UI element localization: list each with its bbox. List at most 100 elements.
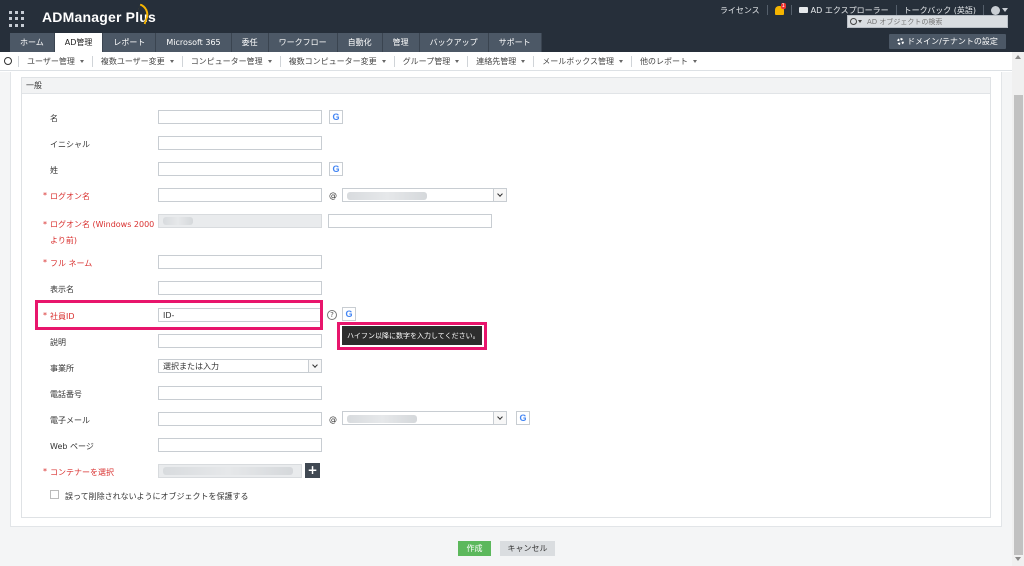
user-menu[interactable] bbox=[991, 5, 1008, 15]
chevron-down-icon bbox=[79, 59, 84, 63]
tab-reports[interactable]: レポート bbox=[103, 33, 157, 52]
initials-input[interactable] bbox=[158, 136, 322, 150]
domain-settings-button[interactable]: ドメイン/テナントの設定 bbox=[889, 34, 1006, 49]
subnav-group-management[interactable]: グループ管理 bbox=[393, 55, 468, 67]
user-icon bbox=[991, 5, 1000, 15]
add-container-button[interactable]: + bbox=[305, 463, 320, 478]
subnav-bulk-user-modify[interactable]: 複数ユーザー変更 bbox=[91, 55, 182, 67]
ad-explorer-link[interactable]: AD エクスプローラー bbox=[798, 5, 889, 16]
notification-button[interactable]: 1 bbox=[774, 2, 786, 15]
logon-domain-prefix-field bbox=[158, 214, 322, 228]
bell-icon: 1 bbox=[774, 2, 786, 15]
folder-icon bbox=[798, 7, 808, 13]
subnav-label: コンピューター管理 bbox=[190, 56, 263, 66]
container-field bbox=[158, 464, 302, 478]
logon-name-pre2000-input[interactable] bbox=[328, 214, 492, 228]
tab-ad-management[interactable]: AD管理 bbox=[54, 33, 104, 52]
logon-name-input[interactable] bbox=[158, 188, 322, 202]
ad-explorer-label: AD エクスプローラー bbox=[810, 5, 889, 15]
office-select-value: 選択または入力 bbox=[163, 361, 219, 371]
description-input[interactable] bbox=[158, 334, 322, 348]
scrollbar-thumb[interactable] bbox=[1014, 95, 1023, 555]
subnav-label: 他のレポート bbox=[639, 56, 688, 66]
full-name-input[interactable] bbox=[158, 255, 322, 269]
tab-home[interactable]: ホーム bbox=[10, 33, 55, 52]
chevron-down-icon bbox=[455, 59, 460, 63]
apps-grid-icon[interactable] bbox=[9, 11, 25, 27]
search-dropdown-icon[interactable] bbox=[858, 20, 862, 23]
create-button[interactable]: 作成 bbox=[458, 541, 491, 556]
display-name-input[interactable] bbox=[158, 281, 322, 295]
redacted-value bbox=[163, 217, 193, 225]
container-label: コンテナーを選択 bbox=[43, 467, 114, 478]
web-page-input[interactable] bbox=[158, 438, 322, 452]
scroll-up-icon[interactable] bbox=[1015, 55, 1021, 59]
logon-domain-select[interactable] bbox=[342, 188, 507, 202]
phone-input[interactable] bbox=[158, 386, 322, 400]
protect-label: 誤って削除されないようにオブジェクトを保護する bbox=[65, 492, 249, 501]
tab-automation[interactable]: 自動化 bbox=[337, 33, 383, 52]
chevron-down-icon bbox=[493, 189, 506, 201]
phone-label: 電話番号 bbox=[50, 390, 82, 399]
sub-navigation: ユーザー管理 複数ユーザー変更 コンピューター管理 複数コンピューター変更 グル… bbox=[0, 52, 1012, 71]
tab-backup[interactable]: バックアップ bbox=[419, 33, 489, 52]
subnav-label: 複数ユーザー変更 bbox=[100, 56, 165, 66]
logon-pre2000-label-line2: より前) bbox=[50, 236, 77, 245]
notification-badge: 1 bbox=[780, 2, 786, 9]
employee-id-highlight bbox=[35, 300, 323, 330]
office-label: 事業所 bbox=[50, 364, 74, 373]
subnav-contact-management[interactable]: 連絡先管理 bbox=[467, 55, 533, 67]
domain-settings-label: ドメイン/テナントの設定 bbox=[907, 37, 998, 46]
logon-pre2000-label-line1: ログオン名 (Windows 2000 bbox=[50, 220, 155, 229]
email-label: 電子メール bbox=[50, 416, 90, 425]
subnav-label: メールボックス管理 bbox=[542, 56, 614, 66]
tab-support[interactable]: サポート bbox=[488, 33, 542, 52]
search-input[interactable] bbox=[867, 17, 997, 26]
first-name-input[interactable] bbox=[158, 110, 322, 124]
email-input[interactable] bbox=[158, 412, 322, 426]
main-tabs: ホーム AD管理 レポート Microsoft 365 委任 ワークフロー 自動… bbox=[10, 33, 542, 52]
tab-microsoft-365[interactable]: Microsoft 365 bbox=[156, 33, 232, 52]
google-icon[interactable]: G bbox=[329, 110, 343, 124]
protect-checkbox[interactable] bbox=[50, 490, 59, 499]
subnav-label: ユーザー管理 bbox=[27, 56, 75, 66]
search-icon[interactable] bbox=[4, 57, 12, 65]
initials-label: イニシャル bbox=[50, 140, 90, 149]
chevron-down-icon bbox=[618, 59, 623, 63]
chevron-down-icon bbox=[1002, 8, 1008, 12]
email-domain-select[interactable] bbox=[342, 411, 507, 425]
subnav-mailbox-management[interactable]: メールボックス管理 bbox=[533, 55, 631, 67]
section-title: 一般 bbox=[22, 78, 990, 94]
subnav-computer-management[interactable]: コンピューター管理 bbox=[181, 55, 280, 67]
chevron-down-icon bbox=[692, 59, 697, 63]
scroll-down-icon[interactable] bbox=[1015, 557, 1021, 561]
web-page-label: Web ページ bbox=[50, 442, 94, 451]
help-icon[interactable]: ? bbox=[327, 310, 337, 320]
tab-workflow[interactable]: ワークフロー bbox=[268, 33, 338, 52]
last-name-input[interactable] bbox=[158, 162, 322, 176]
office-select[interactable]: 選択または入力 bbox=[158, 359, 322, 373]
subnav-label: 複数コンピューター変更 bbox=[288, 56, 377, 66]
at-sign: @ bbox=[329, 191, 337, 200]
redacted-value bbox=[163, 467, 293, 475]
subnav-label: グループ管理 bbox=[402, 56, 451, 66]
subnav-bulk-computer-modify[interactable]: 複数コンピューター変更 bbox=[279, 55, 394, 67]
google-icon[interactable]: G bbox=[516, 411, 530, 425]
subnav-other-reports[interactable]: 他のレポート bbox=[630, 55, 705, 67]
at-sign: @ bbox=[329, 415, 337, 424]
ad-object-search bbox=[847, 15, 1008, 28]
license-link[interactable]: ライセンス bbox=[720, 5, 760, 16]
search-icon[interactable] bbox=[850, 18, 857, 25]
google-icon[interactable]: G bbox=[342, 307, 356, 321]
chevron-down-icon bbox=[493, 412, 506, 424]
tab-delegation[interactable]: 委任 bbox=[231, 33, 269, 52]
tab-admin[interactable]: 管理 bbox=[382, 33, 420, 52]
full-name-label: フル ネーム bbox=[43, 258, 92, 269]
talkback-link[interactable]: トークバック (英語) bbox=[904, 5, 976, 16]
subnav-label: 連絡先管理 bbox=[476, 56, 517, 66]
google-icon[interactable]: G bbox=[329, 162, 343, 176]
cancel-button[interactable]: キャンセル bbox=[500, 541, 555, 556]
redacted-value bbox=[347, 192, 427, 200]
description-label: 説明 bbox=[50, 338, 66, 347]
subnav-user-management[interactable]: ユーザー管理 bbox=[18, 55, 92, 67]
